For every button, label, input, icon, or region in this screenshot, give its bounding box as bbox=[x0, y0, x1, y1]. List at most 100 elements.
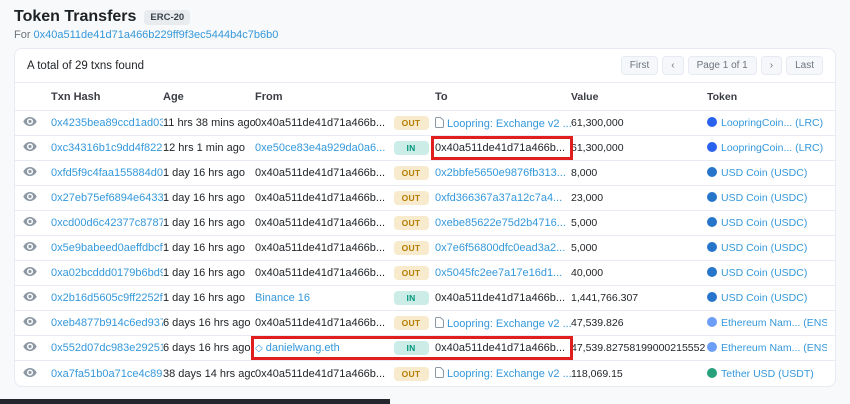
token-icon bbox=[707, 242, 717, 252]
from-address: 0x40a511de41d71a466b... bbox=[255, 317, 385, 329]
age-text: 1 day 16 hrs ago bbox=[163, 267, 245, 279]
token-link[interactable]: Ethereum Nam... (ENS) bbox=[721, 342, 827, 354]
token-link[interactable]: LoopringCoin... (LRC) bbox=[721, 117, 823, 129]
eye-button[interactable] bbox=[23, 216, 37, 227]
value-text: 5,000 bbox=[571, 242, 597, 254]
txn-hash-link[interactable]: 0x552d07dc983e292518... bbox=[51, 342, 163, 354]
from-address: 0x40a511de41d71a466b... bbox=[255, 117, 385, 129]
to-address[interactable]: Loopring: Exchange v2 ... bbox=[447, 368, 571, 380]
value-text: 61,300,000 bbox=[571, 117, 624, 129]
from-address[interactable]: danielwang.eth bbox=[266, 342, 340, 354]
to-address[interactable]: 0xfd366367a37a12c7a4... bbox=[435, 192, 562, 204]
pager-last-button[interactable]: Last bbox=[786, 56, 823, 75]
table-row: 0x552d07dc983e292518...6 days 16 hrs ago… bbox=[15, 336, 835, 361]
token-icon bbox=[707, 217, 717, 227]
header-token: Token bbox=[707, 91, 827, 103]
txn-hash-link[interactable]: 0x4235bea89ccd1ad03c... bbox=[51, 117, 163, 129]
txn-hash-link[interactable]: 0xa7fa51b0a71ce4c8950... bbox=[51, 368, 163, 380]
direction-badge: OUT bbox=[394, 367, 429, 381]
header-age-toggle[interactable]: Age bbox=[163, 91, 255, 103]
direction-badge: IN bbox=[394, 341, 429, 355]
txn-hash-link[interactable]: 0x2b16d5605c9ff2252f9... bbox=[51, 292, 163, 304]
value-text: 47,539.826 bbox=[571, 317, 624, 329]
pager-prev-button[interactable]: ‹ bbox=[662, 56, 683, 75]
token-link[interactable]: Tether USD (USDT) bbox=[721, 368, 814, 380]
txn-hash-link[interactable]: 0xa02bcddd0179b6bd93... bbox=[51, 267, 163, 279]
value-text: 40,000 bbox=[571, 267, 603, 279]
transfers-table: Txn Hash Age From To Value Token 0x4235b… bbox=[15, 83, 835, 386]
token-link[interactable]: LoopringCoin... (LRC) bbox=[721, 142, 823, 154]
from-address[interactable]: Binance 16 bbox=[255, 292, 310, 304]
txn-hash-link[interactable]: 0xc34316b1c9dd4f8226... bbox=[51, 142, 163, 154]
table-row: 0x5e9babeed0aeffdbcffc...1 day 16 hrs ag… bbox=[15, 236, 835, 261]
eye-icon bbox=[23, 116, 37, 127]
pager-first-button[interactable]: First bbox=[621, 56, 658, 75]
document-icon bbox=[435, 317, 444, 328]
page-header: Token Transfers ERC-20 For0x40a511de41d7… bbox=[0, 0, 850, 41]
token-link[interactable]: USD Coin (USDC) bbox=[721, 167, 807, 179]
token-link[interactable]: USD Coin (USDC) bbox=[721, 242, 807, 254]
to-address[interactable]: 0x5045fc2ee7a17e16d1... bbox=[435, 267, 562, 279]
eye-icon bbox=[23, 241, 37, 252]
value-text: 1,441,766.307 bbox=[571, 292, 638, 304]
to-address[interactable]: 0x2bbfe5650e9876fb313... bbox=[435, 167, 566, 179]
token-link[interactable]: USD Coin (USDC) bbox=[721, 192, 807, 204]
direction-badge: OUT bbox=[394, 166, 429, 180]
age-text: 1 day 16 hrs ago bbox=[163, 217, 245, 229]
header-txn-hash: Txn Hash bbox=[51, 91, 163, 103]
token-icon bbox=[707, 267, 717, 277]
erc20-badge: ERC-20 bbox=[144, 10, 190, 25]
eye-button[interactable] bbox=[23, 266, 37, 277]
for-label: For bbox=[14, 29, 31, 41]
pagination: First ‹ Page 1 of 1 › Last bbox=[621, 56, 823, 75]
eye-button[interactable] bbox=[23, 241, 37, 252]
txn-hash-link[interactable]: 0xfd5f9c4faa155884d0d... bbox=[51, 167, 163, 179]
eye-icon bbox=[23, 191, 37, 202]
from-address[interactable]: 0xe50ce83e4a929da0a6... bbox=[255, 142, 385, 154]
from-address: 0x40a511de41d71a466b... bbox=[255, 242, 385, 254]
token-icon bbox=[707, 167, 717, 177]
eye-icon bbox=[23, 367, 37, 378]
token-link[interactable]: Ethereum Nam... (ENS) bbox=[721, 317, 827, 329]
eye-button[interactable] bbox=[23, 141, 37, 152]
eye-icon bbox=[23, 166, 37, 177]
txn-hash-link[interactable]: 0x5e9babeed0aeffdbcffc... bbox=[51, 242, 163, 254]
eye-button[interactable] bbox=[23, 367, 37, 378]
eye-icon bbox=[23, 291, 37, 302]
eye-icon bbox=[23, 216, 37, 227]
from-address: 0x40a511de41d71a466b... bbox=[255, 167, 385, 179]
eye-icon bbox=[23, 316, 37, 327]
table-row: 0xcd00d6c42377c87871...1 day 16 hrs ago 0… bbox=[15, 211, 835, 236]
age-text: 1 day 16 hrs ago bbox=[163, 292, 245, 304]
token-link[interactable]: USD Coin (USDC) bbox=[721, 292, 807, 304]
direction-badge: IN bbox=[394, 291, 429, 305]
value-text: 118,069.15 bbox=[571, 368, 623, 380]
value-text: 47,539.82758199000215552 bbox=[571, 342, 705, 354]
txn-hash-link[interactable]: 0x27eb75ef6894e6433bf... bbox=[51, 192, 163, 204]
table-row: 0x2b16d5605c9ff2252f9...1 day 16 hrs ago… bbox=[15, 286, 835, 311]
eye-button[interactable] bbox=[23, 341, 37, 352]
to-address[interactable]: 0x7e6f56800dfc0ead3a2... bbox=[435, 242, 565, 254]
table-row: 0xa02bcddd0179b6bd93...1 day 16 hrs ago 0… bbox=[15, 261, 835, 286]
eye-button[interactable] bbox=[23, 316, 37, 327]
direction-badge: OUT bbox=[394, 216, 429, 230]
token-link[interactable]: USD Coin (USDC) bbox=[721, 217, 807, 229]
pager-next-button[interactable]: › bbox=[761, 56, 782, 75]
token-link[interactable]: USD Coin (USDC) bbox=[721, 267, 807, 279]
age-text: 1 day 16 hrs ago bbox=[163, 242, 245, 254]
to-address[interactable]: Loopring: Exchange v2 ... bbox=[447, 318, 571, 330]
table-row: 0xeb4877b914c6ed9379...6 days 16 hrs ago… bbox=[15, 311, 835, 336]
txn-hash-link[interactable]: 0xcd00d6c42377c87871... bbox=[51, 217, 163, 229]
token-icon bbox=[707, 117, 717, 127]
eye-button[interactable] bbox=[23, 116, 37, 127]
eye-button[interactable] bbox=[23, 166, 37, 177]
to-address[interactable]: 0xebe85622e75d2b4716... bbox=[435, 217, 566, 229]
eye-button[interactable] bbox=[23, 291, 37, 302]
bottom-edge-strip bbox=[0, 399, 390, 404]
table-row: 0x27eb75ef6894e6433bf...1 day 16 hrs ago… bbox=[15, 186, 835, 211]
to-address[interactable]: Loopring: Exchange v2 ... bbox=[447, 118, 571, 130]
address-link[interactable]: 0x40a511de41d71a466b229ff9f3ec5444b4c7b6… bbox=[34, 29, 279, 41]
eye-button[interactable] bbox=[23, 191, 37, 202]
txn-hash-link[interactable]: 0xeb4877b914c6ed9379... bbox=[51, 317, 163, 329]
direction-badge: IN bbox=[394, 141, 429, 155]
